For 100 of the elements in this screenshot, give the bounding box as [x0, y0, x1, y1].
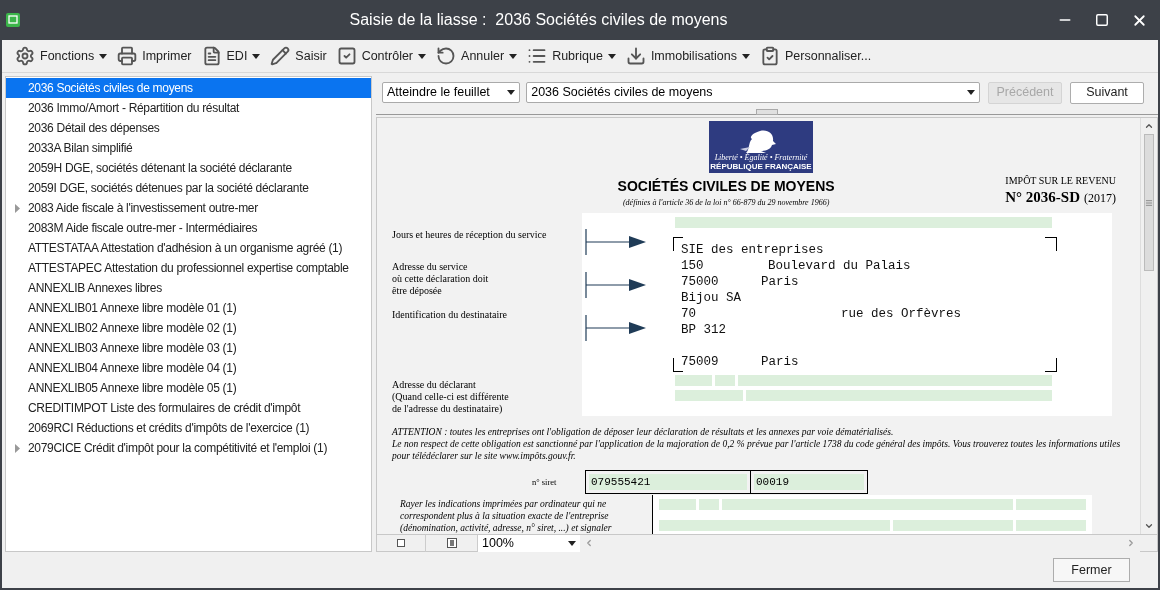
tree-item[interactable]: ANNEXLIB05 Annexe libre modèle 05 (1)	[6, 378, 371, 398]
caret-icon	[507, 90, 516, 95]
tree-item[interactable]: 2069RCI Réductions et crédits d'impôts de l'exercice (1)	[6, 418, 371, 438]
address-text: Paris	[761, 354, 799, 369]
tree-item[interactable]: 2059H DGE, sociétés détenant la société déclarante	[6, 158, 371, 178]
tree-item[interactable]: ANNEXLIB04 Annexe libre modèle 04 (1)	[6, 358, 371, 378]
address-text: 75000	[681, 274, 720, 289]
tree-item[interactable]: ANNEXLIB Annexes libres	[6, 278, 371, 298]
toolbar-button[interactable]: EDI	[200, 46, 262, 66]
form-field[interactable]	[715, 375, 735, 386]
siren-field[interactable]: 079555421	[585, 470, 751, 494]
maximize-icon[interactable]	[1095, 13, 1109, 27]
tree-item[interactable]: 2033A Bilan simplifié	[6, 138, 371, 158]
form-year: (2017)	[1084, 189, 1116, 207]
toolbar-button[interactable]: Fonctions	[14, 46, 109, 66]
tree-item[interactable]: ANNEXLIB02 Annexe libre modèle 02 (1)	[6, 318, 371, 338]
siret-label: n° siret	[532, 475, 558, 489]
tree-item[interactable]: ATTESTATAA Attestation d'adhésion à un organisme agréé (1)	[6, 238, 371, 258]
form-title: SOCIÉTÉS CIVILES DE MOYENS	[617, 177, 835, 196]
tree-item[interactable]: ATTESTAPEC Attestation du professionnel expertise comptable	[6, 258, 371, 278]
app-icon	[6, 13, 20, 27]
arrow-icon	[585, 272, 647, 298]
tree-item[interactable]: 2036 Sociétés civiles de moyens	[6, 78, 371, 98]
address-text: rue des Orfèvres	[841, 306, 962, 321]
tree-item[interactable]: 2083M Aide fiscale outre-mer - Intermédiaires	[6, 218, 371, 238]
form-field[interactable]	[1016, 499, 1086, 510]
tree-item[interactable]: 2083 Aide fiscale à l'investissement outre-mer	[6, 198, 371, 218]
vertical-scrollbar[interactable]	[1140, 118, 1157, 534]
attention-text: ATTENTION : toutes les entreprises ont l'obligation de déposer leur déclaration de résultats et les annexes par voie dématérialisés. Le non respect de cette obligation est sanctionné par l'application de la majoration de 0,2 % prévue par l'article 1738 du code général des impôts. Vous trouverez toutes les informations utiles pour télédéclarer sur le site www.impôts.gouv.fr.	[392, 426, 1122, 462]
toolbar-button[interactable]: Rubrique	[526, 46, 617, 66]
page-icon	[397, 539, 405, 547]
logo-motto: Liberté • Égalité • Fraternité	[714, 153, 808, 162]
tree-item[interactable]: 2059I DGE, sociétés détenues par la société déclarante	[6, 178, 371, 198]
tree-item[interactable]: CREDITIMPOT Liste des formulaires de crédit d'impôt	[6, 398, 371, 418]
form-field[interactable]	[722, 499, 1013, 510]
next-button[interactable]: Suivant	[1070, 81, 1144, 104]
address-text: 70	[681, 306, 697, 321]
address-text: Bijou SA	[681, 290, 741, 305]
toolbar-button[interactable]: Contrôler	[335, 46, 428, 66]
printer-icon	[117, 46, 138, 66]
tree-item[interactable]: 2036 Détail des dépenses	[6, 118, 371, 138]
arrow-icon	[585, 315, 647, 341]
page-icon	[446, 538, 457, 548]
toolbar-button[interactable]: Annuler	[435, 46, 519, 66]
scroll-down-icon[interactable]	[1144, 521, 1154, 531]
form-label: Adresse du service où cette déclaration doit être déposée	[392, 260, 490, 298]
form-field[interactable]	[659, 499, 696, 510]
undo-icon	[436, 46, 457, 66]
tree-item[interactable]: ANNEXLIB01 Annexe libre modèle 01 (1)	[6, 298, 371, 318]
toolbar-button[interactable]: Saisir	[269, 46, 328, 66]
download-icon	[625, 46, 646, 66]
form-label: Adresse du déclarant (Quand celle-ci est différente de l'adresse du destinataire)	[392, 379, 510, 415]
form-label: Jours et heures de réception du service	[392, 228, 548, 242]
window-title: Saisie de la liasse : 2036 Sociétés civiles de moyens	[349, 10, 728, 30]
settings-icon	[15, 46, 35, 66]
close-button[interactable]: Fermer	[1053, 558, 1130, 582]
scroll-left-icon[interactable]	[584, 538, 594, 548]
scroll-thumb[interactable]	[1144, 134, 1154, 271]
tree-item[interactable]: 2079CICE Crédit d'impôt pour la compétitivité et l'emploi (1)	[6, 438, 371, 458]
arrow-icon	[585, 229, 647, 255]
tree-item[interactable]: 2036 Immo/Amort - Répartition du résultat	[6, 98, 371, 118]
caret-icon	[568, 540, 576, 546]
address-text: 150	[681, 258, 705, 273]
form-field[interactable]	[675, 375, 712, 386]
form-field[interactable]	[659, 520, 890, 531]
form-field[interactable]	[699, 499, 719, 510]
form-field[interactable]	[1016, 520, 1086, 531]
form-field[interactable]	[738, 375, 1052, 386]
splitter-handle[interactable]	[756, 109, 778, 115]
logo-name: RÉPUBLIQUE FRANÇAISE	[710, 162, 812, 171]
caret-icon	[967, 90, 975, 95]
form-label: Identification du destinataire	[392, 309, 508, 322]
form-field[interactable]	[893, 520, 1013, 531]
document-icon	[201, 46, 222, 66]
form-field[interactable]	[675, 390, 743, 401]
checkbox-icon	[336, 46, 357, 66]
sheet-select[interactable]: 2036 Sociétés civiles de moyens	[526, 82, 980, 103]
clipboard-check-icon	[760, 46, 780, 66]
form-field[interactable]	[746, 390, 1052, 401]
toolbar-button[interactable]: Personnaliser...	[759, 46, 873, 66]
expand-icon[interactable]	[14, 443, 20, 453]
grip-icon	[1145, 198, 1153, 207]
expand-icon[interactable]	[14, 203, 20, 213]
strike-note: Rayer les indications imprimées par ordinateur qui ne correspondent plus à la situation exacte de l'entreprise (dénomination, activité, adresse, n° siret, ...) et signaler	[399, 498, 613, 534]
tree-item[interactable]: ANNEXLIB03 Annexe libre modèle 03 (1)	[6, 338, 371, 358]
form-number: N° 2036-SD	[1005, 187, 1080, 207]
nic-field[interactable]: 00019	[751, 470, 868, 494]
scroll-up-icon[interactable]	[1144, 121, 1154, 131]
toolbar-button[interactable]: Imprimer	[116, 46, 193, 66]
address-text: Boulevard du Palais	[768, 258, 911, 273]
scroll-right-icon[interactable]	[1126, 538, 1136, 548]
address-text: SIE des entreprises	[681, 242, 824, 257]
address-text: 75009	[681, 354, 720, 369]
toolbar-button[interactable]: Immobilisations	[624, 46, 751, 66]
tax-label: IMPÔT SUR LE REVENU	[1005, 174, 1116, 186]
pencil-icon	[270, 46, 291, 66]
form-field[interactable]	[675, 217, 1052, 228]
goto-select[interactable]: Atteindre le feuillet	[382, 82, 521, 103]
address-text: BP 312	[681, 322, 726, 337]
form-subtitle: (définies à l'article 36 de la loi n° 66-879 du 29 novembre 1966)	[622, 197, 830, 209]
